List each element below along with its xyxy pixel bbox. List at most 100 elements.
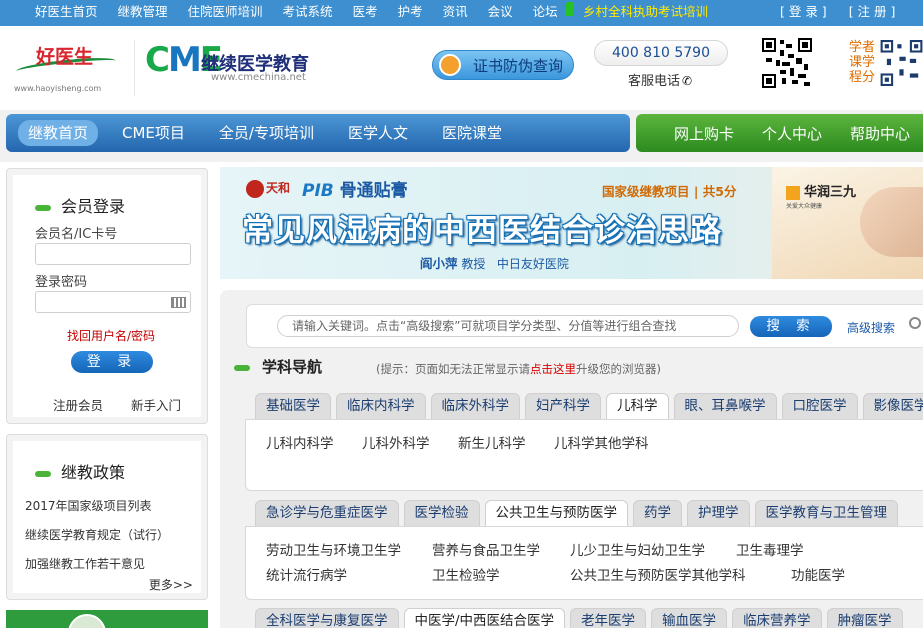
tab-education-management[interactable]: 医学教育与卫生管理 [754, 500, 898, 526]
banner-author: 阎小萍 教授 中日友好医院 [420, 253, 569, 272]
sponsor-logo-icon [246, 179, 264, 198]
sub-discipline-link[interactable]: 儿科学其他学科 [554, 432, 649, 452]
policy-box-inner: 继教政策 2017年国家级项目列表 继续医学教育规定（试行） 加强继教工作若干意… [13, 441, 201, 593]
sub-discipline-link[interactable]: 公共卫生与预防医学其他学科 [570, 564, 746, 584]
policy-item[interactable]: 2017年国家级项目列表 [25, 497, 169, 514]
sub-discipline-link[interactable]: 卫生检验学 [432, 564, 500, 584]
sub-discipline-link[interactable]: 营养与食品卫生学 [432, 539, 540, 559]
nav-buy-card[interactable]: 网上购卡 [674, 123, 734, 144]
logo-url: www.haoyisheng.com [14, 84, 102, 93]
nav-cme-home[interactable]: 继教首页 [18, 120, 99, 146]
tab-nursing[interactable]: 护理学 [687, 500, 750, 526]
sidebar-promo-image[interactable] [6, 610, 208, 628]
tab-internal-medicine[interactable]: 临床内科学 [336, 393, 426, 419]
auth-links: [ 登 录 ] [ 注 册 ] [780, 0, 895, 24]
password-field[interactable] [35, 291, 191, 313]
sub-discipline-link[interactable]: 功能医学 [791, 564, 845, 584]
tab-pediatrics[interactable]: 儿科学 [606, 393, 669, 420]
upgrade-browser-link[interactable]: 点击这里 [530, 362, 576, 376]
sub-discipline-link[interactable]: 新生儿科学 [458, 432, 526, 452]
browser-hint: (提示：页面如无法正常显示请点击这里升级您的浏览器) [376, 361, 661, 377]
search-bar: 请输入关键词。点击“高级搜索”可就项目学分类型、分值等进行组合查找 搜 索 高级… [246, 304, 923, 348]
login-button[interactable]: 登 录 [71, 351, 153, 373]
tab-laboratory[interactable]: 医学检验 [403, 500, 480, 526]
discipline-tabs-1: 基础医学 临床内科学 临床外科学 妇产科学 儿科学 眼、耳鼻喉学 口腔医学 影像… [255, 393, 923, 420]
top-link-news[interactable]: 资讯 [443, 0, 468, 26]
register-member-link[interactable]: 注册会员 [53, 398, 103, 413]
certificate-check-button[interactable]: 证书防伪查询 [432, 50, 574, 80]
forgot-credentials-link[interactable]: 找回用户名/密码 [67, 327, 155, 344]
tab-geriatrics[interactable]: 老年医学 [570, 608, 647, 628]
nav-help-center[interactable]: 帮助中心 [850, 123, 910, 144]
search-icon[interactable] [909, 317, 921, 329]
username-field[interactable] [35, 243, 191, 265]
nav-hospital-class[interactable]: 医院课堂 [442, 120, 502, 146]
sub-discipline-link[interactable]: 儿少卫生与妇幼卫生学 [570, 539, 705, 559]
tab-clinical-nutrition[interactable]: 临床营养学 [732, 608, 822, 628]
policy-list: 2017年国家级项目列表 继续医学教育规定（试行） 加强继教工作若干意见 [25, 497, 169, 584]
tab-basic-medicine[interactable]: 基础医学 [255, 393, 331, 419]
nav-personal-center[interactable]: 个人中心 [762, 123, 822, 144]
top-link-exam-system[interactable]: 考试系统 [283, 0, 333, 26]
search-button[interactable]: 搜 索 [750, 316, 832, 337]
top-link-forum[interactable]: 论坛 [533, 0, 558, 26]
tab-surgery[interactable]: 临床外科学 [430, 393, 520, 419]
top-bar: 好医生首页 继教管理 住院医师培训 考试系统 医考 护考 资讯 会议 论坛 乡村… [0, 0, 923, 26]
banner-brand: 华润三九 [786, 181, 856, 200]
hotline-label: 客服电话 ✆ [628, 70, 692, 89]
header-divider [134, 40, 135, 96]
brand-text: 华润三九 [804, 185, 857, 200]
sub-discipline-link[interactable]: 儿科内科学 [266, 432, 334, 452]
tab-transfusion[interactable]: 输血医学 [651, 608, 728, 628]
top-link-meeting[interactable]: 会议 [488, 0, 513, 26]
login-link[interactable]: [ 登 录 ] [780, 0, 827, 24]
tab-imaging[interactable]: 影像医学 [862, 393, 923, 419]
tab-oncology[interactable]: 肿瘤医学 [826, 608, 903, 628]
tab-emergency[interactable]: 急诊学与危重症医学 [255, 500, 399, 526]
haoyisheng-logo[interactable]: 好医生 www.haoyisheng.com [14, 40, 124, 100]
rural-training-link[interactable]: 乡村全科执助考试培训 [583, 0, 708, 24]
title-marker-icon [35, 470, 51, 477]
policy-more-link[interactable]: 更多>> [149, 576, 193, 593]
policy-title-text: 继教政策 [61, 463, 126, 482]
nav-cme-projects[interactable]: CME项目 [122, 120, 185, 146]
tab-general-rehab[interactable]: 全科医学与康复医学 [255, 608, 399, 628]
sub-discipline-link[interactable]: 劳动卫生与环境卫生学 [266, 539, 401, 559]
login-box-inner: 会员登录 会员名/IC卡号 登录密码 找回用户名/密码 登 录 注册会员 新手入… [13, 175, 201, 417]
keyboard-icon[interactable] [171, 297, 186, 308]
policy-item[interactable]: 加强继教工作若干意见 [25, 555, 169, 572]
sub-discipline-link[interactable]: 儿科外科学 [362, 432, 430, 452]
search-input[interactable]: 请输入关键词。点击“高级搜索”可就项目学分类型、分值等进行组合查找 [277, 315, 739, 337]
site-header: 好医生 www.haoyisheng.com CME 继续医学教育 www.cm… [0, 26, 923, 110]
register-links: 注册会员 新手入门 [53, 395, 205, 414]
banner-sponsor-logo: 天和 [246, 179, 290, 198]
advanced-search-link[interactable]: 高级搜索 [847, 319, 895, 336]
sub-discipline-link[interactable]: 卫生毒理学 [736, 539, 804, 559]
cme-logo[interactable]: CME 继续医学教育 www.cmechina.net [145, 40, 335, 100]
tab-pharmacy[interactable]: 药学 [633, 500, 682, 526]
top-link-residency[interactable]: 住院医师培训 [188, 0, 263, 26]
logo-text: 好医生 [36, 46, 94, 68]
author-hospital: 中日友好医院 [496, 257, 569, 271]
top-link-home[interactable]: 好医生首页 [35, 0, 98, 26]
title-marker-icon [234, 364, 250, 371]
hint-suffix: 升级您的浏览器) [576, 362, 661, 376]
login-box-title: 会员登录 [35, 193, 125, 217]
sub-discipline-link[interactable]: 统计流行病学 [266, 564, 347, 584]
top-link-nurse-exam[interactable]: 护考 [398, 0, 423, 26]
register-link[interactable]: [ 注 册 ] [849, 0, 896, 24]
tab-tcm[interactable]: 中医学/中西医结合医学 [403, 608, 566, 628]
tab-public-health[interactable]: 公共卫生与预防医学 [484, 500, 628, 527]
top-link-cme-admin[interactable]: 继教管理 [118, 0, 168, 26]
username-label: 会员名/IC卡号 [35, 227, 118, 242]
cme-letter-c: C [145, 40, 170, 80]
nav-medical-humanities[interactable]: 医学人文 [348, 120, 408, 146]
top-link-medical-exam[interactable]: 医考 [353, 0, 378, 26]
course-banner[interactable]: 天和 PIB 骨通贴膏 国家级继教项目 | 共5分 常见风湿病的中西医结合诊治思… [220, 167, 923, 279]
tab-stomatology[interactable]: 口腔医学 [781, 393, 858, 419]
policy-item[interactable]: 继续医学教育规定（试行） [25, 526, 169, 543]
newbie-guide-link[interactable]: 新手入门 [131, 398, 181, 413]
nav-special-training[interactable]: 全员/专项培训 [219, 120, 314, 146]
tab-obstetrics[interactable]: 妇产科学 [525, 393, 601, 419]
tab-eye-ent[interactable]: 眼、耳鼻喉学 [673, 393, 777, 419]
